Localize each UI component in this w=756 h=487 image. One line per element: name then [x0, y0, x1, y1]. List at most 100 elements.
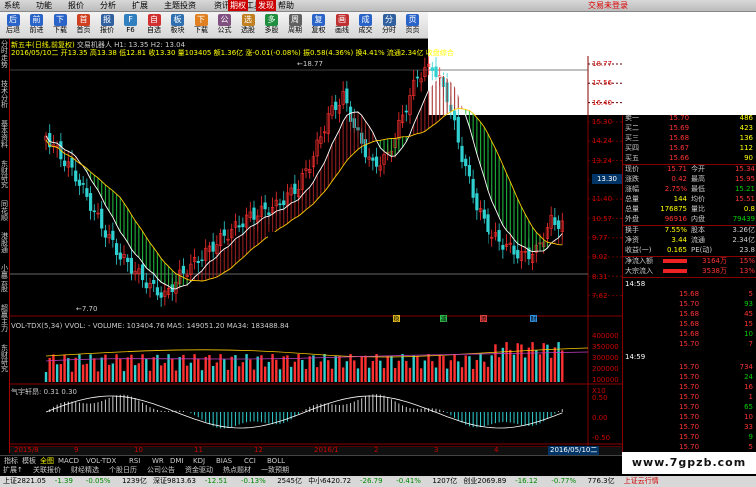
toolbar-button-2[interactable]: 下下载: [49, 13, 71, 37]
toolbar-button-3[interactable]: 首首页: [73, 13, 95, 37]
toolbar-button-label: F6: [126, 26, 135, 34]
toolbar-button-label: 首页: [76, 26, 91, 34]
toolbar-button-10[interactable]: 选选股: [237, 13, 259, 37]
link-bar-item-3[interactable]: 个股日历: [109, 465, 137, 475]
status-item-1: -1.39: [54, 477, 73, 485]
toolbar-button-9[interactable]: 公公式: [214, 13, 236, 37]
left-tab-6[interactable]: 小赢云股: [0, 265, 9, 293]
toolbar-button-6[interactable]: 自自选: [143, 13, 165, 37]
tick-volume: 734: [739, 363, 753, 371]
stat-label: 总量: [625, 205, 639, 213]
menu-item-1[interactable]: 功能: [36, 0, 52, 11]
toolbar-button-11[interactable]: 多多股: [261, 13, 283, 37]
left-tab-7[interactable]: 超赢主力: [0, 305, 9, 333]
left-tab-8[interactable]: 东财研究: [0, 345, 9, 373]
date-tick: 10: [134, 446, 143, 454]
link-bar-item-6[interactable]: 热点题材: [223, 465, 251, 475]
volume-bar: [494, 344, 497, 382]
left-tab-1[interactable]: 技术分析: [0, 81, 9, 109]
menu-item-0[interactable]: 系统: [4, 0, 20, 11]
status-item-7: 2545亿: [277, 477, 303, 485]
status-item-2: -0.05%: [85, 477, 111, 485]
tick-volume: 7: [748, 340, 753, 348]
price-tick: 17.56: [592, 79, 613, 88]
toolbar-button-16[interactable]: 分分时: [378, 13, 400, 37]
tick-price: 15.70: [679, 300, 700, 308]
volume-bar: [107, 364, 111, 382]
volume-bar: [330, 368, 334, 382]
flow-value: 3538万: [702, 267, 727, 275]
link-bar-item-4[interactable]: 公司公告: [147, 465, 175, 475]
signal-badge-label: 减: [441, 315, 447, 323]
status-item-3: 1239亿: [122, 477, 147, 485]
tick-price: 15.70: [679, 340, 700, 348]
volume-bar: [200, 370, 204, 382]
draw-icon: 画: [335, 14, 349, 26]
menu-highlight-0[interactable]: 期权: [228, 0, 248, 11]
price-tick: 16.40: [592, 98, 613, 107]
stat-value: 2.34亿: [732, 236, 755, 244]
volume-bar: [267, 361, 271, 382]
volume-bar: [327, 360, 330, 382]
left-tab-4[interactable]: 同花顺: [0, 201, 9, 222]
menu-highlight-1[interactable]: 发现: [256, 0, 276, 11]
candle-body: [460, 145, 464, 162]
toolbar-button-7[interactable]: 板板块: [167, 13, 189, 37]
volume-bar: [490, 355, 493, 382]
toolbar-button-5[interactable]: F F6: [120, 13, 142, 37]
link-bar-item-2[interactable]: 财经精选: [71, 465, 99, 475]
toolbar-button-15[interactable]: 成成交: [355, 13, 377, 37]
link-bar-item-7[interactable]: 一致预期: [261, 465, 289, 475]
menu-item-8[interactable]: 帮助: [278, 0, 294, 11]
status-item-5: -12.51: [204, 477, 228, 485]
toolbar-button-12[interactable]: 周周期: [284, 13, 306, 37]
candle-body: [181, 265, 186, 274]
candle-body: [74, 170, 78, 182]
volume-bar: [263, 366, 267, 382]
volume-bar: [453, 354, 456, 382]
volume-bar: [312, 355, 315, 382]
volume-bar: [197, 359, 200, 382]
left-tab-3[interactable]: 东财研究: [0, 161, 9, 189]
candle-body: [126, 257, 130, 263]
toolbar-button-13[interactable]: 复复权: [308, 13, 330, 37]
toolbar-button-4[interactable]: 报报价: [96, 13, 118, 37]
toolbar-button-0[interactable]: 后后退: [2, 13, 24, 37]
book-volume: 486: [739, 114, 753, 122]
tick-volume: 33: [744, 423, 753, 431]
left-tab-5[interactable]: 港股通: [0, 233, 9, 254]
stat-value: 15.95: [734, 175, 755, 183]
date-tick: 2015/8: [14, 446, 39, 454]
left-tab-2[interactable]: 基本资料: [0, 121, 9, 149]
toolbar-button-1[interactable]: 前前进: [26, 13, 48, 37]
tick-price: 15.68: [679, 330, 700, 338]
menu-item-5[interactable]: 主题投资: [164, 0, 196, 11]
volume-bar: [371, 360, 375, 382]
left-tab-0[interactable]: 分时走势: [0, 41, 9, 69]
candle-body: [345, 88, 349, 104]
candle-body: [252, 207, 256, 220]
link-bar-item-5[interactable]: 资金驱动: [185, 465, 213, 475]
link-bar-item-0[interactable]: 扩展↑: [3, 465, 23, 475]
stat-label: 内盘: [691, 215, 705, 223]
menu-item-4[interactable]: 扩展: [132, 0, 148, 11]
tick-price: 15.70: [679, 403, 700, 411]
menu-item-3[interactable]: 分析: [100, 0, 116, 11]
candle-body: [553, 217, 557, 226]
volume-bar: [405, 360, 408, 382]
menu-item-2[interactable]: 报价: [68, 0, 84, 11]
status-item-10: -0.41%: [396, 477, 421, 485]
trade-login-link[interactable]: 交易未登录: [588, 0, 628, 11]
stat-label: 最高: [691, 175, 705, 183]
tick-time-row: 14:58: [623, 279, 756, 289]
tick-time: 14:59: [625, 353, 646, 361]
toolbar-button-14[interactable]: 画画线: [331, 13, 353, 37]
candle-body: [237, 225, 241, 228]
toolbar-button-8[interactable]: 下下载: [190, 13, 212, 37]
tick-volume: 10: [744, 413, 753, 421]
toolbar-button-17[interactable]: 页页页: [402, 13, 424, 37]
candle-body: [475, 193, 479, 211]
link-bar-item-1[interactable]: 关联报价: [33, 465, 61, 475]
candle-body: [159, 292, 163, 298]
volume-bar: [423, 360, 427, 382]
